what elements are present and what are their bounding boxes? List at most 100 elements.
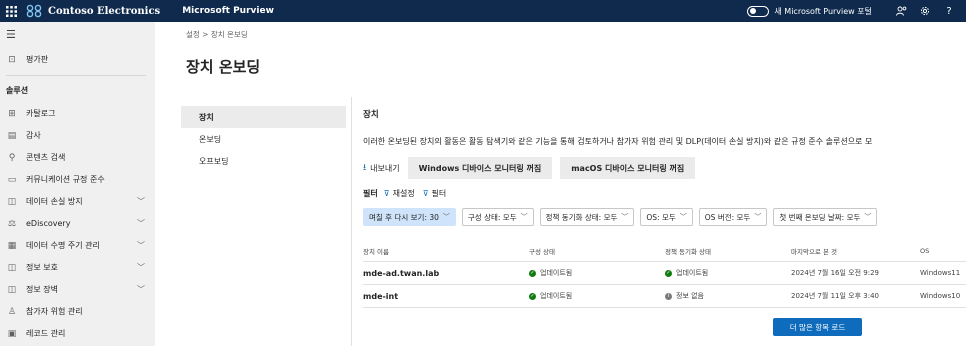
column-header[interactable]: 마지막으로 본 것 [791, 240, 837, 261]
check-icon: ✓ [529, 292, 536, 300]
hamburger-icon[interactable]: ☰ [6, 28, 16, 41]
export-button[interactable]: ⭳ 내보내기 [363, 160, 400, 176]
search-icon: ⚲ [8, 152, 16, 163]
check-icon: ✓ [665, 269, 672, 277]
subnav-item-onboarding[interactable]: 온보딩 [181, 128, 346, 150]
nav-item-label: 콘텐츠 검색 [26, 153, 66, 162]
nav-item-communication-compliance[interactable]: ▭ 커뮤니케이션 규정 준수 [0, 169, 155, 190]
last-seen: 2024년 7월 16일 오전 9:29 [791, 269, 879, 277]
column-header[interactable]: OS [920, 240, 929, 261]
chip-os-version[interactable]: OS 버전: 모두 ﹀ [698, 208, 768, 226]
people-icon[interactable] [890, 0, 912, 22]
table-row[interactable]: mde-int ✓ 업데이트됨 i 정보 없음 2024년 7월 11일 오후 3:… [363, 285, 966, 308]
nav-item-records[interactable]: ▣ 레코드 관리 [0, 323, 155, 344]
chevron-down-icon: ﹀ [137, 197, 145, 206]
chevron-down-icon: ﹀ [137, 263, 145, 272]
chevron-down-icon: ﹀ [137, 285, 145, 294]
check-icon: ✓ [529, 269, 536, 277]
nav-item-content-search[interactable]: ⚲ 콘텐츠 검색 [0, 147, 155, 168]
device-name[interactable]: mde-int [363, 285, 398, 307]
chevron-down-icon: ﹀ [137, 241, 145, 250]
reset-filters-button[interactable]: 재설정 [393, 188, 415, 199]
sync-status-cell: ✓ 업데이트됨 [665, 262, 708, 284]
chevron-down-icon: ﹀ [520, 213, 528, 221]
os-cell: Windows11 [920, 269, 961, 277]
chip-label: OS: 모두 [646, 212, 676, 222]
chevron-down-icon: ﹀ [442, 213, 450, 221]
section-title: 장치 [363, 110, 379, 120]
chip-config-status[interactable]: 구성 상태: 모두 ﹀ [461, 208, 534, 226]
contoso-logo [26, 3, 42, 19]
chip-label: OS 버전: 모두 [704, 212, 751, 222]
lifecycle-icon: ▦ [7, 240, 17, 251]
nav-item-dlp[interactable]: ◫ 데이터 손실 방지 ﹀ [0, 191, 155, 212]
dlp-icon: ◫ [7, 196, 17, 207]
page-title: 장치 온보딩 [186, 58, 261, 76]
device-name[interactable]: mde-ad.twan.lab [363, 262, 439, 284]
nav-item-trial[interactable]: ⊡ 평가판 [0, 49, 155, 70]
info-protection-icon: ◫ [7, 262, 17, 273]
load-more-button[interactable]: 더 많은 항목 로드 [773, 318, 862, 336]
gear-icon[interactable] [914, 0, 936, 22]
action-toolbar: ⭳ 내보내기 Windows 디바이스 모니터링 꺼짐 macOS 디바이스 모… [363, 157, 703, 179]
filter-label: 필터 [363, 189, 378, 198]
chevron-down-icon: ﹀ [137, 219, 145, 228]
chip-os[interactable]: OS: 모두 ﹀ [640, 208, 693, 226]
filter-reset-icon: ⊽ [383, 189, 390, 198]
chip-policy-sync[interactable]: 정책 동기화 상태: 모두 ﹀ [539, 208, 635, 226]
chip-days[interactable]: 며칠 후 다시 보기: 30 ﹀ [363, 208, 456, 226]
nav-item-audit[interactable]: ▤ 감사 [0, 125, 155, 146]
catalog-icon: ⊞ [8, 108, 16, 119]
nav-divider [6, 75, 146, 76]
left-nav: ☰ ⊡ 평가판 솔루션 ⊞ 카탈로그 ▤ 감사 ⚲ 콘텐츠 검색 ▭ 커뮤니케이… [0, 22, 155, 346]
chevron-down-icon: ﹀ [621, 213, 629, 221]
column-header[interactable]: 장치 이름 [363, 240, 389, 261]
new-portal-toggle-label: 새 Microsoft Purview 포털 [774, 6, 872, 16]
windows-monitoring-button[interactable]: Windows 디바이스 모니터링 꺼짐 [407, 157, 553, 179]
app-name[interactable]: Microsoft Purview [182, 6, 274, 16]
trial-icon: ⊡ [8, 54, 16, 65]
chevron-down-icon: ﹀ [754, 213, 762, 221]
nav-item-label: 평가판 [26, 55, 49, 64]
filter-button[interactable]: 필터 [432, 188, 447, 199]
nav-item-lifecycle[interactable]: ▦ 데이터 수명 주기 관리 ﹀ [0, 235, 155, 256]
nav-item-insider-risk[interactable]: ♙ 참가자 위험 관리 [0, 301, 155, 322]
devices-table: 장치 이름 구성 상태 정책 동기화 상태 마지막으로 본 것 OS mde-a… [363, 240, 966, 308]
waffle-icon[interactable] [0, 0, 22, 22]
audit-icon: ▤ [7, 130, 17, 141]
org-name[interactable]: Contoso Electronics [48, 6, 160, 17]
nav-item-info-barrier[interactable]: ◫ 정보 장벽 ﹀ [0, 279, 155, 300]
nav-item-label: 커뮤니케이션 규정 준수 [26, 175, 105, 184]
chip-label: 며칠 후 다시 보기: 30 [369, 212, 439, 222]
nav-item-label: eDiscovery [26, 219, 71, 228]
config-status-cell: ✓ 업데이트됨 [529, 262, 572, 284]
chip-label: 구성 상태: 모두 [467, 212, 517, 222]
nav-item-info-protection[interactable]: ◫ 정보 보호 ﹀ [0, 257, 155, 278]
sync-status-cell: i 정보 없음 [665, 285, 704, 307]
macos-monitoring-button[interactable]: macOS 디바이스 모니터링 꺼짐 [560, 157, 696, 179]
nav-item-ediscovery[interactable]: ⚖ eDiscovery ﹀ [0, 213, 155, 234]
breadcrumb[interactable]: 설정 > 장치 온보딩 [186, 29, 248, 40]
export-label: 내보내기 [370, 163, 400, 173]
new-portal-toggle[interactable] [747, 5, 770, 17]
help-icon[interactable]: ? [938, 0, 960, 22]
nav-item-label: 레코드 관리 [26, 329, 66, 338]
download-icon: ⭳ [363, 163, 367, 173]
filter-row: 필터 ⊽ 재설정 ⊽ 필터 [363, 188, 454, 199]
nav-item-catalog[interactable]: ⊞ 카탈로그 [0, 103, 155, 124]
nav-item-label: 감사 [26, 131, 41, 140]
column-header[interactable]: 구성 상태 [529, 240, 555, 261]
subnav-item-devices[interactable]: 장치 [181, 106, 346, 128]
nav-item-label: 정보 보호 [26, 263, 58, 272]
chip-first-onboarding[interactable]: 첫 번째 온보딩 날짜: 모두 ﹀ [773, 208, 878, 226]
column-header[interactable]: 정책 동기화 상태 [665, 240, 711, 261]
os-cell: Windows10 [920, 292, 961, 300]
last-seen: 2024년 7월 11일 오후 3:40 [791, 292, 879, 300]
subnav-item-offboarding[interactable]: 오프보딩 [181, 150, 346, 172]
config-status-cell: ✓ 업데이트됨 [529, 285, 572, 307]
nav-item-label: 참가자 위험 관리 [26, 307, 83, 316]
top-bar: Contoso Electronics Microsoft Purview 새 … [0, 0, 966, 22]
info-barrier-icon: ◫ [7, 284, 17, 295]
chip-label: 첫 번째 온보딩 날짜: 모두 [779, 212, 861, 222]
table-row[interactable]: mde-ad.twan.lab ✓ 업데이트됨 ✓ 업데이트됨 2024년 7월 1… [363, 262, 966, 285]
